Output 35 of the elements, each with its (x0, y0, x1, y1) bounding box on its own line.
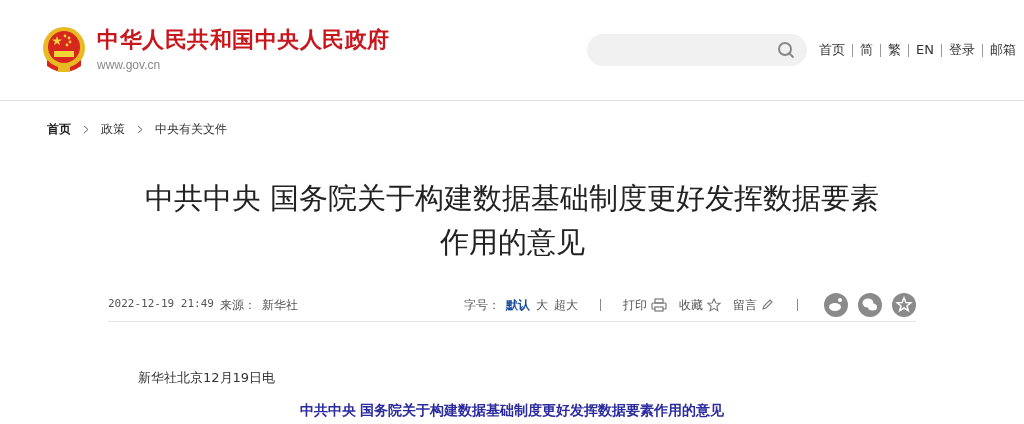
dateline: 新华社北京12月19日电 (137, 369, 277, 387)
source-name: 新华社 (261, 296, 298, 314)
site-domain: www.gov.cn (97, 59, 162, 71)
article-action-link[interactable]: 打印 (623, 295, 667, 314)
publish-datetime: 2022-12-19 21:49 (108, 296, 214, 313)
site-title: 中华人民共和国中央人民政府 (97, 29, 390, 51)
font-size-option[interactable]: 默认 (506, 295, 530, 314)
nav-link[interactable]: 登录 (949, 40, 975, 60)
chevron-right-icon (137, 124, 143, 134)
national-emblem-icon (41, 26, 87, 74)
nav-link[interactable]: 简 (860, 40, 874, 60)
font-size-label: 字号： (464, 296, 500, 314)
nav-link[interactable]: 首页 (819, 40, 846, 60)
pencil-icon (761, 298, 773, 311)
printer-icon (651, 297, 667, 312)
article-action-link[interactable]: 收藏 (679, 295, 721, 314)
wechat-share-icon[interactable] (858, 292, 882, 317)
nav-link[interactable]: 邮箱 (990, 40, 1016, 60)
source-label: 来源： (219, 296, 256, 314)
font-size-option[interactable]: 大 (536, 295, 548, 314)
weibo-share-icon[interactable] (824, 292, 848, 317)
article-action-link[interactable]: 留言 (733, 295, 773, 314)
search-icon[interactable] (777, 41, 796, 59)
nav-link[interactable]: EN (916, 40, 934, 60)
star-share-icon[interactable] (892, 292, 916, 317)
breadcrumb-link[interactable]: 政策 (101, 120, 125, 138)
nav-link[interactable]: 繁 (888, 40, 902, 60)
breadcrumb-link[interactable]: 中央有关文件 (155, 120, 227, 138)
breadcrumb-link[interactable]: 首页 (47, 120, 71, 138)
search-field[interactable] (587, 34, 808, 66)
star-icon (707, 297, 721, 312)
chevron-right-icon (83, 124, 89, 134)
article-title: 中共中央 国务院关于构建数据基础制度更好发挥数据要素作用的意见 (143, 180, 881, 261)
body-title: 中共中央 国务院关于构建数据基础制度更好发挥数据要素作用的意见 (298, 401, 726, 418)
font-size-option[interactable]: 超大 (554, 295, 578, 314)
